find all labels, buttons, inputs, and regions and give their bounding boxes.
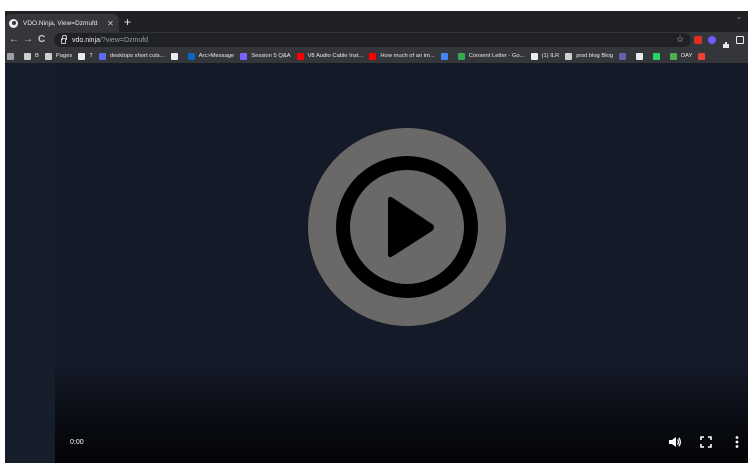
volume-icon[interactable] — [668, 435, 682, 449]
bookmark-label: B — [35, 53, 39, 59]
bookmark-item[interactable]: Session 5 Q&A — [240, 52, 291, 60]
bookmark-item[interactable]: Pages — [44, 52, 73, 60]
bookmark-favicon-icon — [635, 52, 643, 60]
bookmark-label: T — [89, 53, 93, 59]
bookmark-label: Pages — [55, 53, 73, 59]
bookmark-favicon-icon — [530, 52, 538, 60]
tab-strip: VDO.Ninja, View=Dzmufd ✕ + ⌄ — [5, 11, 748, 32]
bookmark-label: post blog Blog — [576, 53, 613, 59]
bookmark-favicon-icon — [440, 52, 448, 60]
toolbar: ← → C vdo.ninja /?view=Dzmufd ☆ — [5, 32, 748, 49]
bookmark-label: (1) ILR — [541, 53, 560, 59]
play-button[interactable] — [308, 128, 506, 326]
bookmark-item[interactable]: DAY — [669, 52, 693, 60]
video-player[interactable]: 0:00 — [5, 63, 748, 463]
more-vertical-icon[interactable] — [730, 435, 744, 449]
bookmark-item[interactable] — [170, 52, 182, 60]
url-path: /?view=Dzmufd — [100, 36, 149, 44]
bookmark-item[interactable] — [7, 52, 18, 60]
lock-icon — [61, 35, 67, 44]
vdo-ninja-favicon-icon — [9, 18, 18, 28]
bookmark-favicon-icon — [369, 52, 377, 60]
extension-red-icon[interactable] — [694, 36, 702, 44]
bookmark-item[interactable]: B — [24, 52, 39, 60]
bookmark-favicon-icon — [565, 52, 573, 60]
bookmark-favicon-icon — [44, 52, 52, 60]
bookmark-label: desktops short cuts... — [109, 53, 165, 59]
bookmark-favicon-icon — [7, 52, 14, 60]
fullscreen-icon[interactable] — [699, 435, 713, 449]
bookmark-label: Session 5 Q&A — [251, 53, 291, 59]
bookmark-item[interactable]: T — [78, 52, 93, 60]
bookmark-item[interactable]: Consent Letter - Go... — [457, 52, 525, 60]
bookmark-label: Arc>Message — [198, 53, 235, 59]
url-host: vdo.ninja — [72, 36, 101, 44]
back-arrow-icon[interactable]: ← — [9, 33, 19, 47]
playback-time: 0:00 — [70, 439, 84, 446]
bookmark-favicon-icon — [98, 52, 106, 60]
bookmark-item[interactable]: (1) ILR — [530, 52, 560, 60]
tab-search-button[interactable]: ⌄ — [736, 13, 742, 21]
controls-gradient — [55, 363, 748, 463]
bookmark-favicon-icon — [187, 52, 195, 60]
bookmark-favicon-icon — [240, 52, 248, 60]
bookmark-item[interactable] — [440, 52, 452, 60]
bookmark-favicon-icon — [618, 52, 626, 60]
forward-arrow-icon[interactable]: → — [23, 33, 33, 47]
play-icon — [308, 128, 506, 326]
address-bar[interactable]: vdo.ninja /?view=Dzmufd — [54, 33, 691, 47]
reload-icon[interactable]: C — [38, 33, 45, 47]
bookmark-favicon-icon — [296, 52, 304, 60]
extension-purple-icon[interactable] — [708, 36, 716, 44]
bookmark-label: V8 Audio Cable Inst... — [307, 53, 364, 59]
extensions-puzzle-icon[interactable] — [722, 36, 730, 48]
bookmark-star-icon[interactable]: ☆ — [676, 34, 684, 45]
side-panel-icon[interactable] — [736, 36, 744, 44]
bookmark-item[interactable] — [635, 52, 647, 60]
bookmark-item[interactable]: V8 Audio Cable Inst... — [296, 52, 364, 60]
bookmark-favicon-icon — [78, 52, 86, 60]
bookmark-favicon-icon — [457, 52, 465, 60]
bookmark-favicon-icon — [170, 52, 178, 60]
tab-title: VDO.Ninja, View=Dzmufd — [23, 19, 98, 27]
bookmark-favicon-icon — [669, 52, 677, 60]
bookmarks-bar: B Pages Tdesktops short cuts... Arc>Message… — [5, 49, 748, 63]
left-panel — [5, 63, 55, 463]
bookmark-item[interactable]: Arc>Message — [187, 52, 235, 60]
bookmark-favicon-icon — [652, 52, 660, 60]
tab-vdo-ninja[interactable]: VDO.Ninja, View=Dzmufd ✕ — [5, 14, 119, 32]
bookmark-item[interactable]: post blog Blog — [565, 52, 613, 60]
bookmark-item[interactable] — [698, 52, 709, 60]
bookmark-favicon-icon — [24, 52, 31, 60]
bookmark-item[interactable]: desktops short cuts... — [98, 52, 165, 60]
bookmark-label: Consent Letter - Go... — [468, 53, 525, 59]
browser-window: VDO.Ninja, View=Dzmufd ✕ + ⌄ ← → C vdo.n… — [5, 11, 748, 463]
bookmark-item[interactable] — [652, 52, 664, 60]
bookmark-label: DAY — [680, 53, 693, 59]
bookmark-favicon-icon — [698, 52, 706, 60]
new-tab-button[interactable]: + — [124, 15, 131, 29]
bookmark-item[interactable]: How much of an im... — [369, 52, 435, 60]
close-icon[interactable]: ✕ — [106, 19, 115, 28]
bookmark-item[interactable] — [618, 52, 630, 60]
bookmark-label: How much of an im... — [380, 53, 435, 59]
